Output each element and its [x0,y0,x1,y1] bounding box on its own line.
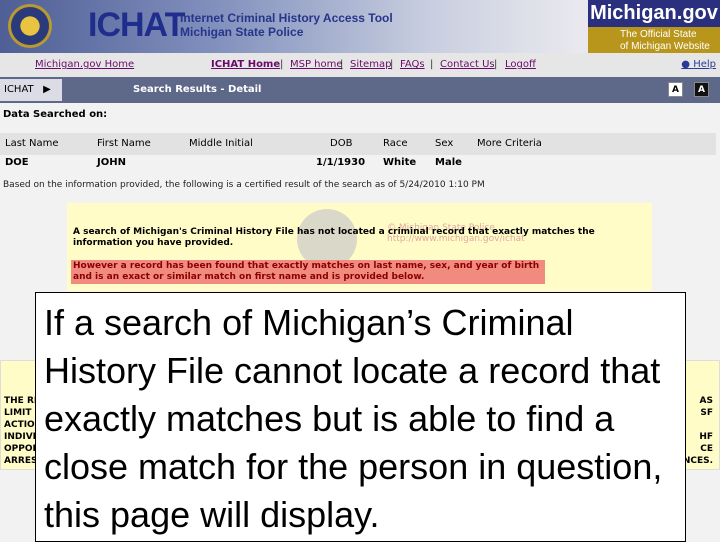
font-large-button[interactable]: A [694,82,709,97]
alert-box: However a record has been found that exa… [71,260,545,284]
caption-box: If a search of Michigan’s Criminal Histo… [35,292,686,542]
notice-text: A search of Michigan's Criminal History … [73,227,595,248]
nav-msp-home[interactable]: MSP home [290,53,343,77]
disclaimer-right: AS SF HF CE NCES. [682,396,713,466]
nav-ichat-home[interactable]: ICHAT Home [211,53,280,77]
header-banner: ICHAT Internet Criminal History Access T… [0,0,720,53]
nav-bar: Michigan.gov Home ICHAT Home | MSP home … [0,53,720,77]
search-label: Data Searched on: [3,109,108,120]
ichat-logo: ICHAT [88,6,185,44]
nav-michigan-home[interactable]: Michigan.gov Home [35,53,134,77]
certified-text: Based on the information provided, the f… [3,180,485,190]
page-title: Search Results - Detail [133,84,262,95]
tab-ichat[interactable]: ICHAT ▶ [0,79,62,101]
nav-logoff[interactable]: Logoff [505,53,536,77]
title-bar: ICHAT ▶ Search Results - Detail A A [0,77,720,103]
font-small-button[interactable]: A [668,82,683,97]
notice-box: © Michigan State Police http://www.michig… [67,203,652,291]
nav-faqs[interactable]: FAQs [400,53,425,77]
arrow-right-icon: ▶ [36,84,51,95]
nav-sitemap[interactable]: Sitemap [350,53,391,77]
nav-help[interactable]: ● Help [681,53,716,77]
help-icon: ● [681,59,694,70]
seal-logo [8,4,52,48]
header-subtitle: Internet Criminal History Access Tool Mic… [180,11,393,39]
nav-contact[interactable]: Contact Us [440,53,495,77]
table-row: DOE JOHN 1/1/1930 White Male [5,157,462,168]
michigan-gov-link[interactable]: Michigan.gov The Official State of Michig… [588,0,720,53]
